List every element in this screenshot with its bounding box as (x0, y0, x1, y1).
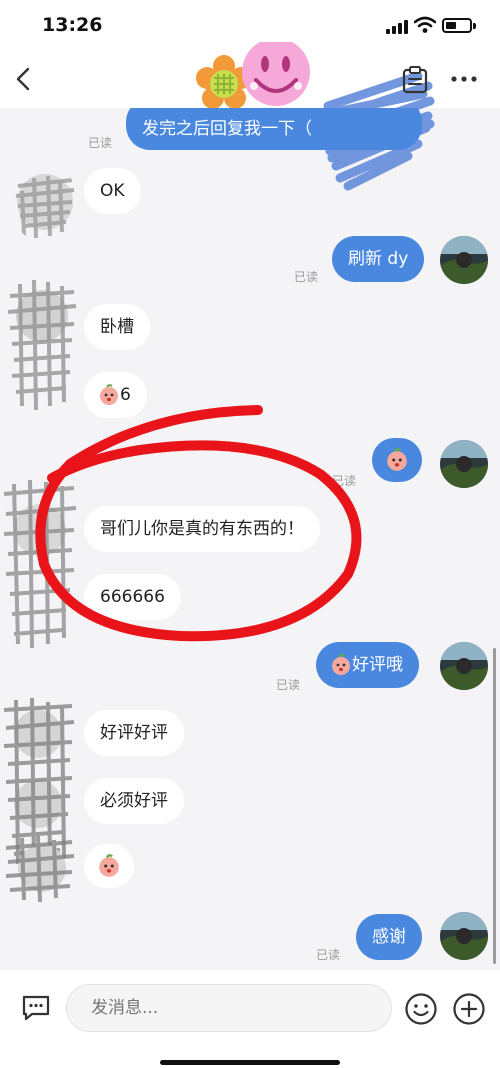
read-receipt: 已读 (332, 474, 357, 488)
message-text: 好评好评 (100, 723, 168, 743)
signal-icon (386, 20, 408, 34)
read-receipt: 已读 (88, 136, 113, 150)
avatar-scribbled (5, 835, 75, 903)
status-time: 13:26 (42, 14, 103, 36)
message-text: 好评哦 (352, 655, 403, 675)
message-bubble-outgoing[interactable]: 刷新 dy (332, 236, 425, 282)
message-text: OK (100, 181, 125, 201)
message-text: 必须好评 (100, 791, 168, 811)
read-receipt: 已读 (294, 270, 319, 284)
message-bubble-outgoing[interactable]: 好评哦 (316, 642, 419, 688)
chat-messages[interactable]: 发完之后回复我一下（ 已读 OK 刷新 dy 已读 卧槽 6 已读 哥们儿你是真… (0, 108, 500, 970)
battery-tip (473, 23, 476, 29)
peach-face-emoji-icon (332, 654, 350, 675)
input-bar (0, 970, 500, 1068)
message-bubble-incoming[interactable]: 好评好评 (84, 710, 184, 756)
message-text: 哥们儿你是真的有东西的！ (100, 519, 304, 539)
avatar-scribbled (3, 479, 77, 649)
chat-bubble-icon[interactable] (20, 992, 52, 1024)
chevron-left-icon[interactable] (10, 64, 38, 94)
avatar-scribbled (7, 279, 77, 411)
message-bubble-incoming[interactable] (84, 844, 134, 888)
my-avatar[interactable] (440, 642, 488, 690)
emoji-icon[interactable] (404, 992, 438, 1026)
my-avatar[interactable] (440, 440, 488, 488)
avatar-scribbled (15, 174, 75, 239)
message-bubble-incoming[interactable]: 哥们儿你是真的有东西的！ (84, 506, 320, 552)
chat-header (0, 42, 500, 191)
message-text: 卧槽 (100, 317, 134, 337)
plus-icon[interactable] (452, 992, 486, 1026)
peach-face-emoji-icon (387, 448, 407, 471)
message-text: 6 (120, 385, 131, 405)
message-bubble-incoming[interactable]: 666666 (84, 574, 181, 620)
message-text: 发完之后回复我一下（ (142, 119, 312, 139)
message-input[interactable] (66, 984, 392, 1032)
message-bubble-incoming[interactable]: 必须好评 (84, 778, 184, 824)
message-bubble-outgoing[interactable] (372, 438, 422, 482)
message-text: 感谢 (372, 927, 406, 947)
wifi-icon (414, 16, 436, 33)
peach-face-emoji-icon (99, 854, 119, 877)
message-bubble-incoming[interactable]: 6 (84, 372, 147, 418)
read-receipt: 已读 (276, 678, 301, 692)
message-bubble-incoming[interactable]: 卧槽 (84, 304, 150, 350)
my-avatar[interactable] (440, 236, 488, 284)
message-bubble-outgoing[interactable]: 感谢 (356, 914, 422, 960)
peer-avatar[interactable] (194, 42, 314, 118)
message-bubble-incoming[interactable]: OK (84, 168, 141, 214)
peach-face-emoji-icon (100, 384, 118, 405)
battery-icon (442, 18, 472, 33)
message-text: 666666 (100, 587, 165, 607)
my-avatar[interactable] (440, 912, 488, 960)
scrollbar[interactable] (493, 648, 496, 964)
read-receipt: 已读 (316, 948, 341, 962)
clipboard-icon[interactable] (402, 66, 428, 94)
message-bubble-outgoing[interactable]: 发完之后回复我一下（ (126, 108, 422, 150)
home-indicator (160, 1060, 340, 1065)
message-text: 刷新 dy (348, 249, 409, 269)
ellipsis-icon[interactable] (448, 66, 480, 92)
